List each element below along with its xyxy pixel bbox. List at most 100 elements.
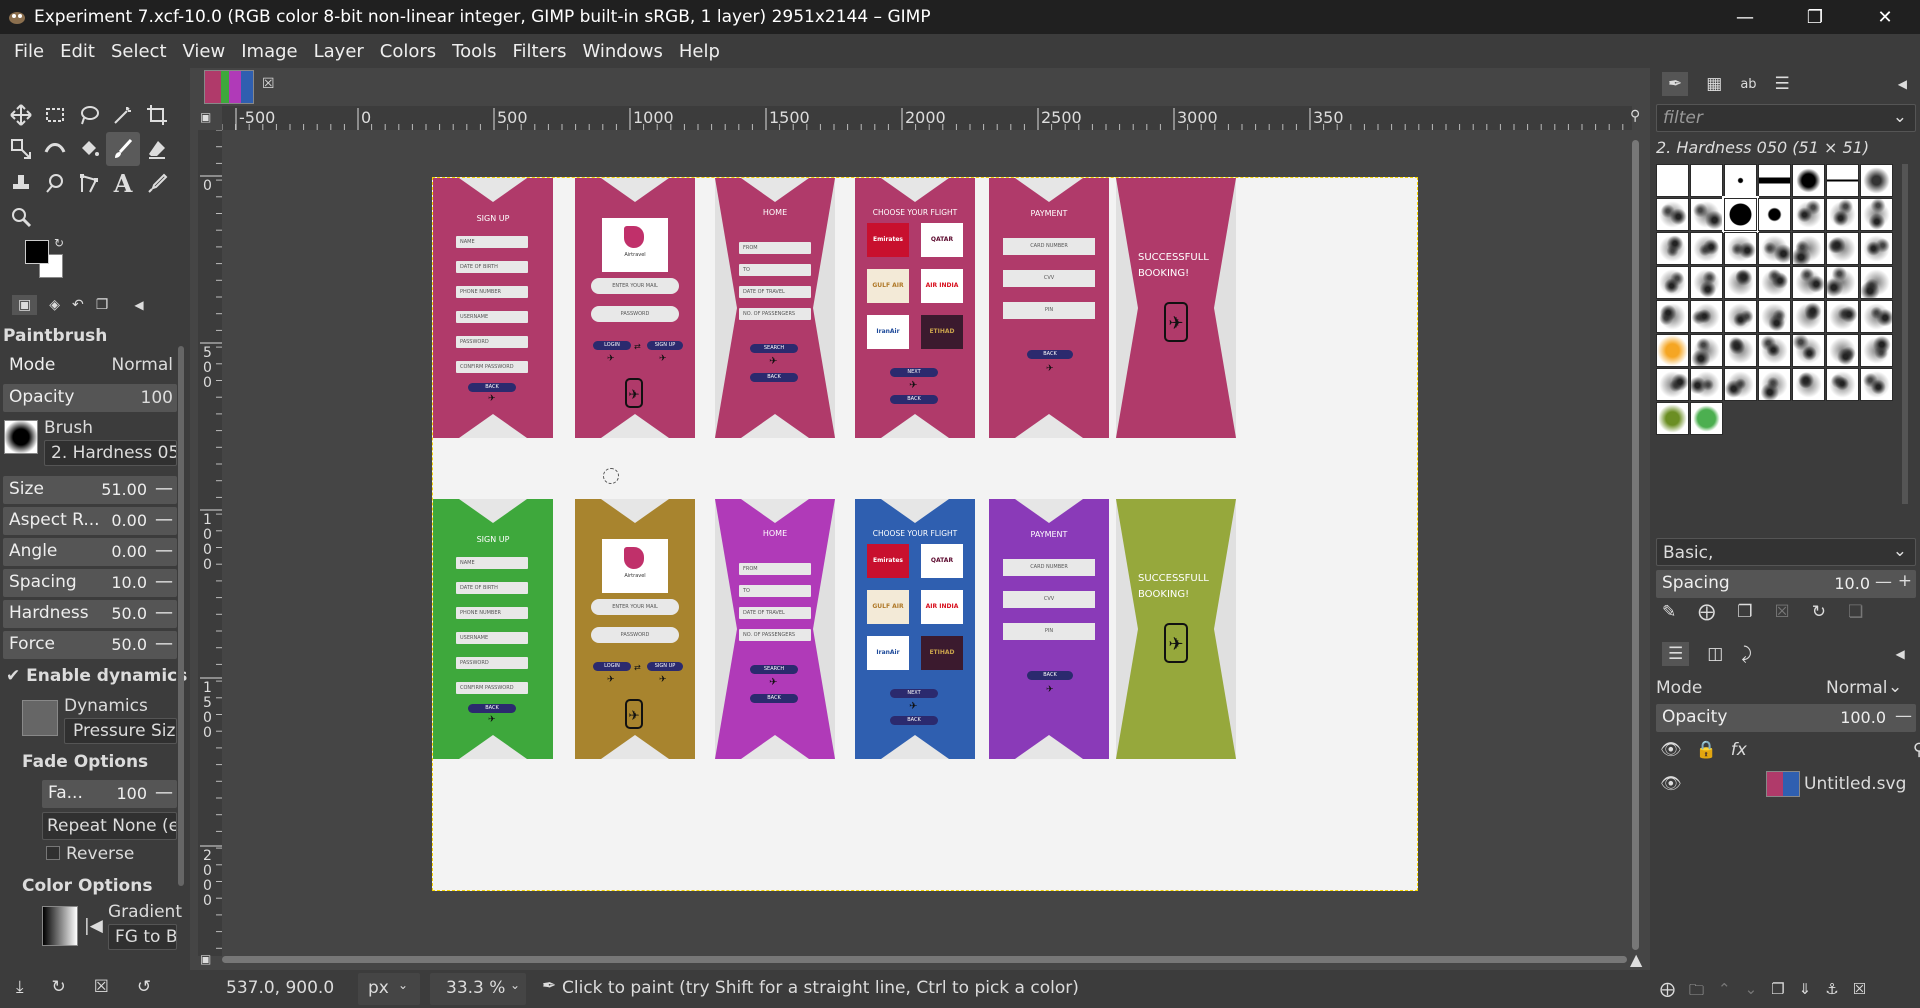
card-field[interactable]: FROM xyxy=(739,242,811,254)
brush-swatch[interactable] xyxy=(1690,198,1723,231)
hardness-slider[interactable]: Hardness 50.0 — xyxy=(3,600,177,628)
new-group-icon[interactable]: 🗀 xyxy=(1689,980,1704,1005)
menu-help[interactable]: Help xyxy=(671,41,728,62)
airline-logo[interactable]: IranAir xyxy=(867,636,909,670)
brush-swatch[interactable] xyxy=(1758,368,1791,401)
unit-dropdown[interactable]: px ⌄ xyxy=(358,973,420,1005)
brush-swatch[interactable] xyxy=(1656,232,1689,265)
layer-opacity-slider[interactable]: Opacity 100.0 — xyxy=(1656,704,1916,732)
force-slider[interactable]: Force 50.0 — xyxy=(3,631,177,659)
brush-swatch[interactable] xyxy=(1860,164,1893,197)
undo-history-tab-icon[interactable]: ↶ xyxy=(72,297,84,313)
card-field[interactable]: FROM xyxy=(739,563,811,575)
layer-name[interactable]: Untitled.svg xyxy=(1804,774,1906,794)
layer-mode-value[interactable]: Normal xyxy=(1826,678,1888,698)
duplicate-brush-icon[interactable]: ❐ xyxy=(1737,602,1752,622)
card-field[interactable]: DATE OF TRAVEL xyxy=(739,286,811,298)
card-field[interactable]: NAME xyxy=(456,557,528,569)
brush-swatch[interactable] xyxy=(1722,196,1759,233)
brush-swatch[interactable] xyxy=(1724,266,1757,299)
airline-logo[interactable]: ETIHAD xyxy=(921,636,963,670)
brush-swatch[interactable] xyxy=(1690,164,1723,197)
plus-icon[interactable]: + xyxy=(1898,571,1912,591)
spacing-slider[interactable]: Spacing 10.0 — xyxy=(3,569,177,597)
brush-swatch[interactable] xyxy=(1724,300,1757,333)
brush-swatch[interactable] xyxy=(1656,368,1689,401)
delete-layer-icon[interactable]: ☒ xyxy=(1853,980,1866,1005)
menu-image[interactable]: Image xyxy=(233,41,305,62)
card-field[interactable]: USERNAME xyxy=(456,632,528,644)
card-button[interactable]: BACK xyxy=(468,704,516,713)
card-field[interactable]: PIN xyxy=(1003,623,1095,640)
airline-logo[interactable]: GULF AIR xyxy=(867,590,909,624)
close-tab-icon[interactable]: ☒ xyxy=(262,76,275,92)
new-brush-icon[interactable]: ⨁ xyxy=(1698,602,1715,622)
card-button[interactable]: BACK xyxy=(750,373,798,382)
card-field[interactable]: DATE OF TRAVEL xyxy=(739,607,811,619)
device-status-tab-icon[interactable]: ◈ xyxy=(49,297,60,313)
airline-logo[interactable]: Emirates xyxy=(867,544,909,578)
layers-tab-icon[interactable]: ☰ xyxy=(1662,642,1690,666)
warp-transform-icon[interactable] xyxy=(38,132,72,166)
patterns-tab-icon[interactable]: ▦ xyxy=(1706,74,1722,94)
brush-swatch[interactable] xyxy=(1758,164,1791,197)
zoom-tool-icon[interactable] xyxy=(4,200,38,234)
brush-swatch[interactable] xyxy=(1724,334,1757,367)
menu-view[interactable]: View xyxy=(175,41,234,62)
lasso-icon[interactable] xyxy=(72,98,106,132)
card-field[interactable]: PASSWORD xyxy=(591,306,679,322)
fuzzy-select-icon[interactable] xyxy=(106,98,140,132)
brush-swatch[interactable] xyxy=(1860,300,1893,333)
brush-swatch[interactable] xyxy=(1724,232,1757,265)
paintbrush-tool-icon[interactable] xyxy=(106,132,140,166)
brush-swatch[interactable] xyxy=(1792,266,1825,299)
brush-swatch[interactable] xyxy=(1792,300,1825,333)
enable-dynamics-checkbox[interactable]: ✔ Enable dynamics xyxy=(6,666,187,686)
menu-select[interactable]: Select xyxy=(103,41,175,62)
rect-select-icon[interactable] xyxy=(38,98,72,132)
brush-swatch[interactable] xyxy=(1690,368,1723,401)
fonts-tab-icon[interactable]: ab xyxy=(1740,77,1756,92)
clone-stamp-icon[interactable] xyxy=(4,166,38,200)
save-options-icon[interactable]: ⤓ xyxy=(16,977,24,997)
close-icon[interactable]: ✕ xyxy=(1850,0,1920,34)
gradient-preview[interactable] xyxy=(42,906,78,946)
crop-icon[interactable] xyxy=(140,98,174,132)
edit-brush-icon[interactable]: ✎ xyxy=(1662,602,1676,622)
brush-swatch[interactable] xyxy=(1758,334,1791,367)
card-button[interactable]: BACK xyxy=(468,383,516,392)
vertical-scrollbar[interactable] xyxy=(1632,140,1639,950)
card-field[interactable]: ENTER YOUR MAIL xyxy=(591,599,679,615)
card-field[interactable]: NAME xyxy=(456,236,528,248)
eye-icon[interactable]: 👁 xyxy=(1660,740,1682,760)
card-field[interactable]: TO xyxy=(739,264,811,276)
airline-logo[interactable]: ETIHAD xyxy=(921,315,963,349)
chevron-down-icon[interactable]: ⌄ xyxy=(1893,107,1907,127)
repeat-dropdown[interactable]: Repeat None (ex xyxy=(42,812,177,840)
brush-swatch[interactable] xyxy=(1690,402,1723,435)
minus-icon[interactable]: — xyxy=(1895,706,1912,726)
brush-swatch[interactable] xyxy=(1758,300,1791,333)
horizontal-scrollbar[interactable] xyxy=(222,956,1627,963)
card-field[interactable]: NO. OF PASSENGERS xyxy=(739,308,811,320)
brush-swatch[interactable] xyxy=(1656,266,1689,299)
brush-name-field[interactable]: 2. Hardness 050 xyxy=(44,440,177,466)
menu-edit[interactable]: Edit xyxy=(52,41,103,62)
ruler-corner-icon[interactable]: ▣ xyxy=(200,110,211,124)
lower-layer-icon[interactable]: ⌄ xyxy=(1745,980,1758,1005)
toolbox-scrollbar[interactable] xyxy=(178,346,184,886)
brush-swatch[interactable] xyxy=(1656,164,1689,197)
brush-swatch[interactable] xyxy=(1860,198,1893,231)
brush-swatch[interactable] xyxy=(1724,368,1757,401)
brushes-grid[interactable] xyxy=(1656,164,1894,435)
delete-options-icon[interactable]: ☒ xyxy=(94,977,109,997)
text-tool-icon[interactable]: A xyxy=(106,166,140,200)
minus-icon[interactable]: — xyxy=(155,782,173,803)
raise-layer-icon[interactable]: ⌃ xyxy=(1718,980,1731,1005)
brush-swatch[interactable] xyxy=(1690,266,1723,299)
brush-swatch[interactable] xyxy=(1826,368,1859,401)
card-button[interactable]: BACK xyxy=(750,694,798,703)
brush-swatch[interactable] xyxy=(1826,300,1859,333)
color-picker-icon[interactable] xyxy=(140,166,174,200)
gradients-tab-icon[interactable]: ☰ xyxy=(1775,74,1790,94)
